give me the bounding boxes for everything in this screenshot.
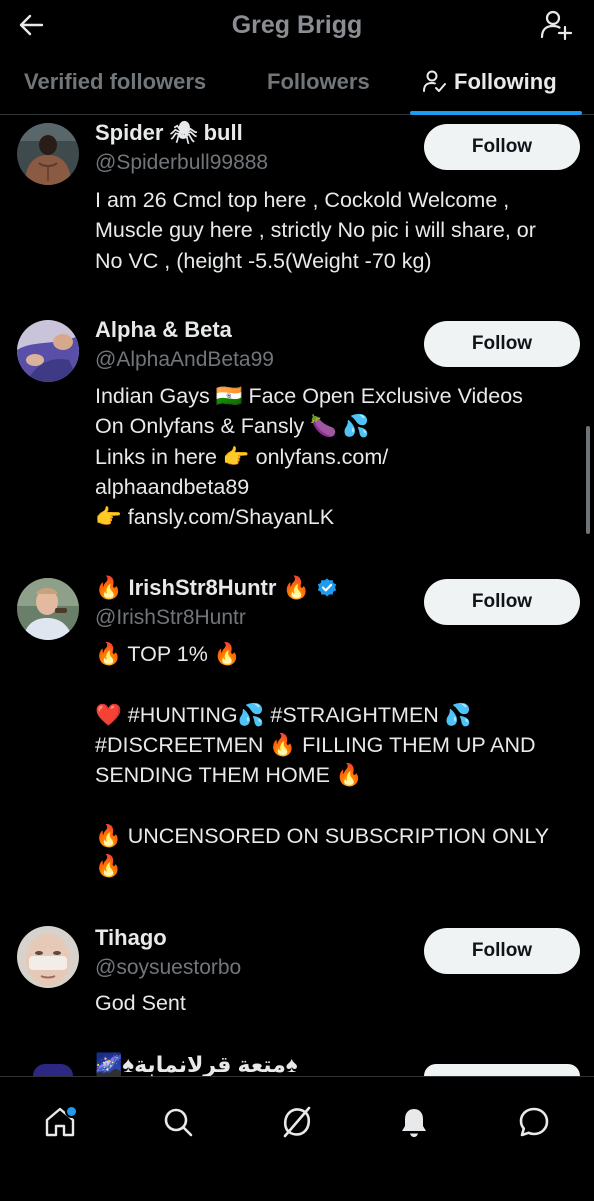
display-name[interactable]: Alpha & Beta [95, 317, 232, 343]
tab-label: Verified followers [24, 69, 207, 94]
display-name-text: 🔥 IrishStr8Huntr 🔥 [95, 575, 310, 600]
follow-button[interactable]: Follow [424, 928, 580, 974]
follow-button[interactable]: Follow [424, 321, 580, 367]
scrollbar[interactable] [586, 426, 590, 534]
bell-icon [402, 1109, 426, 1137]
tab-bar: Verified followers Followers Following [0, 56, 594, 115]
avatar[interactable] [17, 578, 79, 640]
person-check-icon [423, 70, 446, 93]
tab-label: Followers [267, 69, 370, 94]
page-title: Greg Brigg [231, 11, 363, 39]
user-cell[interactable]: Spider 🕷 bull @Spiderbull99888 Follow I … [0, 115, 594, 312]
nav-grok[interactable] [272, 1097, 322, 1147]
tab-label: Following [454, 69, 557, 94]
user-cell[interactable]: Tihago @soysuestorbo Follow God Sent [0, 920, 594, 1058]
chat-icon [519, 1107, 549, 1137]
handle: @Spiderbull99888 [95, 151, 269, 174]
follow-button[interactable]: Follow [424, 579, 580, 625]
display-name[interactable]: Tihago [95, 925, 167, 951]
following-list: Spider 🕷 bull @Spiderbull99888 Follow I … [0, 115, 594, 1075]
follow-button[interactable] [424, 1064, 580, 1076]
bottom-nav [0, 1076, 594, 1201]
tab-verified-followers[interactable]: Verified followers [24, 56, 206, 114]
nav-home[interactable] [35, 1097, 85, 1147]
bio: Indian Gays 🇮🇳 Face Open Exclusive Video… [95, 384, 523, 530]
grok-icon [283, 1106, 311, 1138]
avatar[interactable] [33, 1064, 73, 1076]
top-bar: Greg Brigg [0, 0, 594, 52]
bio: God Sent [95, 991, 186, 1015]
display-name[interactable]: 🌌♠متعة قرلانمابة♠ [95, 1052, 298, 1076]
bio: 🔥 TOP 1% 🔥 ❤️ #HUNTING💦 #STRAIGHTMEN 💦 #… [95, 642, 550, 879]
nav-search[interactable] [153, 1097, 203, 1147]
avatar[interactable] [17, 926, 79, 988]
user-cell[interactable]: 🔥 IrishStr8Huntr 🔥 @IrishStr8Huntr Follo… [0, 570, 594, 920]
nav-notifications[interactable] [389, 1097, 439, 1147]
bio: I am 26 Cmcl top here , Cockold Welcome … [95, 188, 536, 273]
notification-dot [65, 1105, 78, 1118]
add-person-icon [540, 10, 572, 40]
display-name[interactable]: Spider 🕷 bull [95, 120, 243, 146]
tab-followers[interactable]: Followers [267, 56, 370, 114]
follow-button[interactable]: Follow [424, 124, 580, 170]
tab-following[interactable]: Following [422, 56, 557, 114]
handle: @IrishStr8Huntr [95, 606, 246, 629]
add-person-button[interactable] [538, 6, 574, 42]
handle: @AlphaAndBeta99 [95, 348, 274, 371]
nav-messages[interactable] [509, 1097, 559, 1147]
search-icon [164, 1108, 193, 1137]
display-name[interactable]: 🔥 IrishStr8Huntr 🔥 [95, 575, 338, 601]
verified-badge-icon [317, 578, 337, 597]
avatar[interactable] [17, 320, 79, 382]
user-cell[interactable]: Alpha & Beta @AlphaAndBeta99 Follow Indi… [0, 312, 594, 570]
avatar[interactable] [17, 123, 79, 185]
handle: @soysuestorbo [95, 956, 242, 979]
